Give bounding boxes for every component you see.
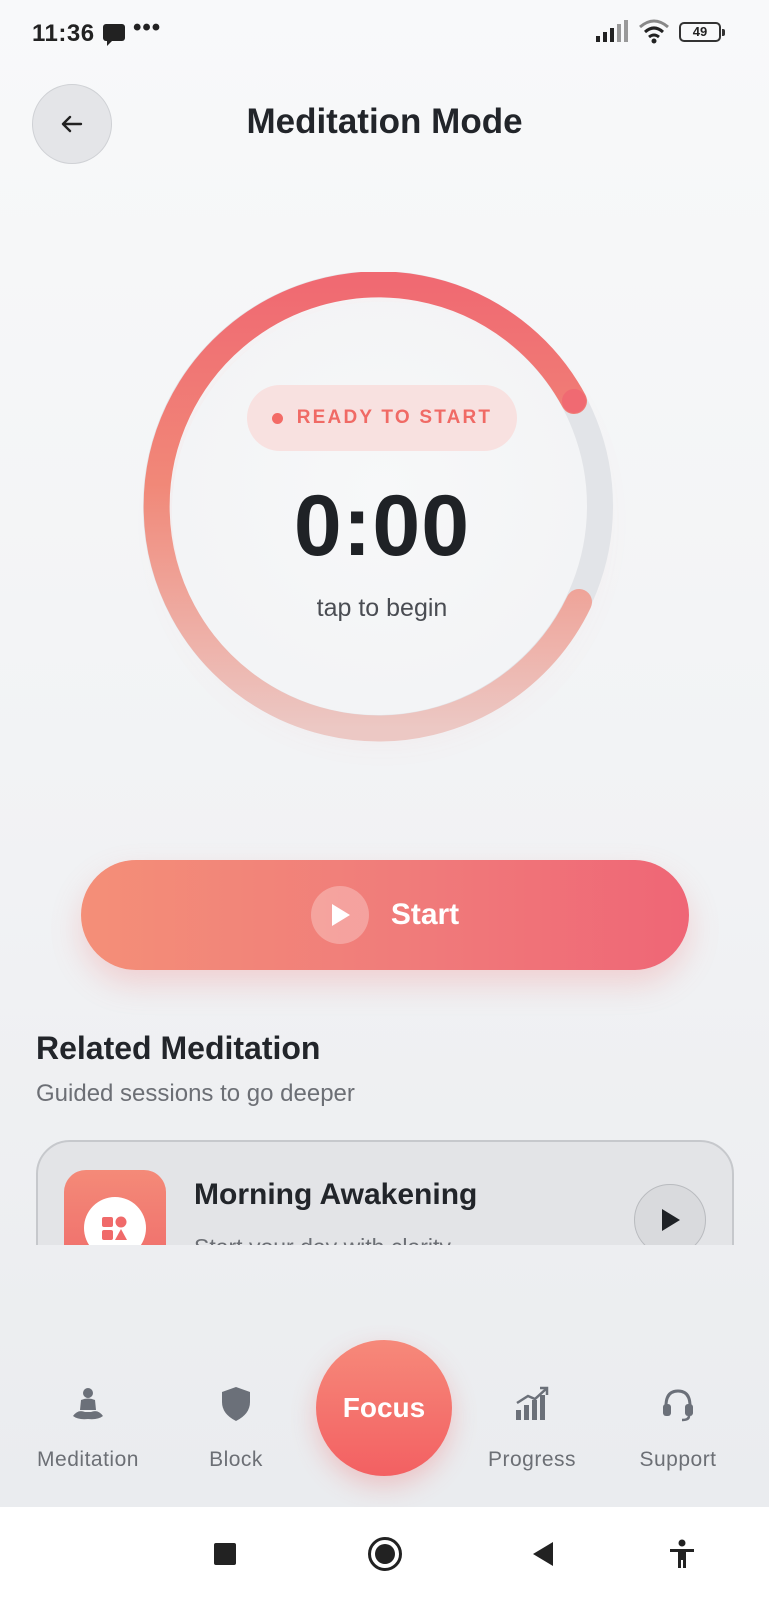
- nav-item-meditation[interactable]: Meditation: [18, 1382, 158, 1472]
- start-button[interactable]: Start: [81, 860, 689, 970]
- status-label: READY TO START: [296, 407, 493, 428]
- card-thumbnail: [64, 1170, 166, 1245]
- section-subtitle: Guided sessions to go deeper: [36, 1080, 355, 1107]
- page-title: Meditation Mode: [246, 102, 523, 141]
- shield-icon: [166, 1382, 306, 1426]
- related-list: Morning Awakening Start your day with cl…: [36, 1140, 736, 1245]
- status-dot-icon: [271, 412, 283, 424]
- accessibility-icon: [670, 1539, 694, 1568]
- focus-label: Focus: [342, 1392, 426, 1423]
- accessibility-button[interactable]: [652, 1507, 712, 1600]
- battery-level: 49: [692, 24, 708, 39]
- nav-item-focus[interactable]: Focus: [316, 1340, 452, 1476]
- back-nav-button[interactable]: [513, 1507, 573, 1600]
- card-play-button[interactable]: [634, 1184, 706, 1245]
- signal-icon: [596, 20, 628, 42]
- timer-hint: tap to begin: [316, 594, 448, 622]
- timer-value: 0:00: [293, 478, 471, 574]
- home-button[interactable]: [355, 1507, 415, 1600]
- start-label: Start: [390, 898, 460, 931]
- timer-ring[interactable]: READY TO START 0:00 tap to begin: [142, 272, 622, 752]
- meditation-person-icon: [18, 1382, 158, 1426]
- shapes-icon: [84, 1197, 146, 1245]
- chart-up-icon: [462, 1382, 602, 1426]
- meditation-card[interactable]: Morning Awakening Start your day with cl…: [36, 1140, 734, 1245]
- nav-label: Progress: [487, 1448, 577, 1471]
- status-bar: 11:36 ••• 49: [0, 0, 769, 70]
- recents-square-icon: [214, 1542, 236, 1565]
- nav-item-support[interactable]: Support: [608, 1382, 748, 1472]
- status-badge: READY TO START: [247, 385, 517, 451]
- more-dots-icon: •••: [133, 14, 162, 41]
- nav-item-progress[interactable]: Progress: [462, 1382, 602, 1472]
- headset-icon: [608, 1382, 748, 1426]
- section-title: Related Meditation: [36, 1030, 321, 1066]
- nav-label: Meditation: [37, 1448, 139, 1471]
- back-triangle-icon: [533, 1541, 553, 1566]
- recents-button[interactable]: [195, 1507, 255, 1600]
- home-circle-icon: [368, 1536, 402, 1571]
- play-icon: [662, 1209, 680, 1231]
- nav-label: Block: [209, 1448, 263, 1471]
- play-icon: [310, 886, 369, 944]
- wifi-icon: [639, 19, 669, 44]
- card-description: Start your day with clarity: [194, 1234, 451, 1245]
- bottom-nav: Meditation Block Focus Progress Support: [0, 1312, 769, 1507]
- nav-item-block[interactable]: Block: [166, 1382, 306, 1472]
- status-time: 11:36: [32, 20, 95, 47]
- nav-label: Support: [639, 1448, 717, 1471]
- battery-icon: 49: [679, 22, 725, 42]
- message-icon: [103, 24, 125, 46]
- card-title: Morning Awakening: [194, 1178, 478, 1211]
- system-nav-bar: [0, 1507, 769, 1600]
